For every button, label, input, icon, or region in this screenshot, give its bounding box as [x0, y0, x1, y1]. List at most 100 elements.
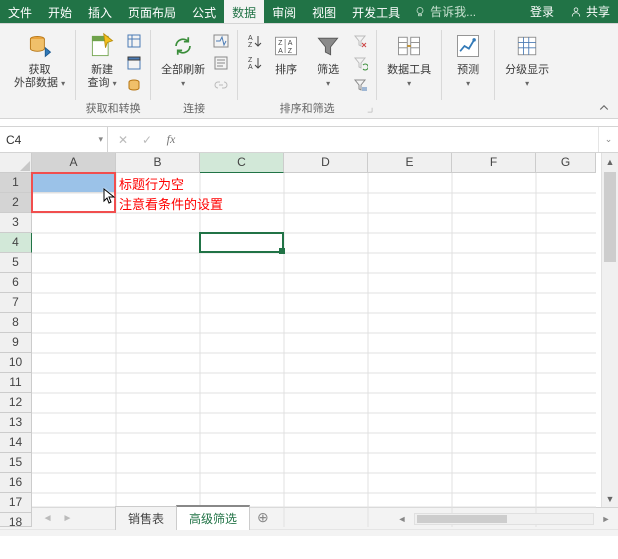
accept-formula-button[interactable]: ✓	[138, 133, 156, 147]
filter-button[interactable]: 筛选▾	[308, 28, 348, 95]
name-box-dropdown-icon[interactable]: ▾	[98, 134, 103, 145]
scroll-track[interactable]	[602, 170, 618, 490]
sheet-tab-sales[interactable]: 销售表	[115, 506, 177, 530]
row-header-9[interactable]: 9	[0, 333, 32, 353]
new-query-button[interactable]: 新建 查询 ▾	[82, 28, 122, 95]
collapse-ribbon-button[interactable]	[596, 100, 612, 116]
hscroll-right-button[interactable]: ►	[598, 514, 614, 524]
row-header-18[interactable]: 18	[0, 513, 32, 527]
col-header-G[interactable]: G	[536, 153, 596, 173]
tab-developer[interactable]: 开发工具	[344, 0, 408, 23]
tab-file[interactable]: 文件	[0, 0, 40, 23]
formula-input[interactable]	[186, 133, 592, 147]
clear-filter-button[interactable]	[350, 31, 370, 51]
tab-page-layout[interactable]: 页面布局	[120, 0, 184, 23]
share-button[interactable]: 共享	[562, 0, 618, 24]
get-external-data-label: 获取 外部数据 ▾	[14, 64, 65, 90]
tab-insert[interactable]: 插入	[80, 0, 120, 23]
row-header-15[interactable]: 15	[0, 453, 32, 473]
row-header-16[interactable]: 16	[0, 473, 32, 493]
sort-asc-button[interactable]: AZ	[244, 31, 264, 51]
tab-formulas[interactable]: 公式	[184, 0, 224, 23]
svg-text:Z: Z	[248, 57, 253, 64]
svg-text:Z: Z	[248, 42, 253, 49]
outline-label: 分级显示▾	[505, 64, 549, 90]
col-header-E[interactable]: E	[368, 153, 452, 173]
data-tools-button[interactable]: 数据工具▾	[383, 28, 435, 92]
scroll-up-button[interactable]: ▲	[602, 153, 618, 170]
recent-sources-button[interactable]	[124, 75, 144, 95]
show-queries-button[interactable]	[124, 31, 144, 51]
col-header-D[interactable]: D	[284, 153, 368, 173]
tab-review[interactable]: 审阅	[264, 0, 304, 23]
outline-button[interactable]: 分级显示▾	[501, 28, 553, 92]
row-header-1[interactable]: 1	[0, 173, 32, 193]
new-query-icon	[86, 30, 118, 62]
annotation-check-criteria: 注意看条件的设置	[119, 194, 223, 213]
hscroll-track[interactable]	[414, 513, 594, 525]
svg-text:A: A	[278, 48, 283, 55]
col-header-A[interactable]: A	[32, 153, 116, 173]
row-header-6[interactable]: 6	[0, 273, 32, 293]
tab-data[interactable]: 数据	[224, 0, 264, 23]
forecast-button[interactable]: 预测▾	[448, 28, 488, 92]
tell-me-box[interactable]: 告诉我...	[408, 0, 522, 23]
ribbon-tab-strip: 文件 开始 插入 页面布局 公式 数据 审阅 视图 开发工具 告诉我... 登录…	[0, 0, 618, 24]
select-all-corner[interactable]	[0, 153, 32, 173]
group-connections: 全部刷新▾ 连接	[151, 26, 237, 118]
new-query-label: 新建 查询 ▾	[88, 64, 117, 90]
scroll-down-button[interactable]: ▼	[602, 490, 618, 507]
tell-me-text: 告诉我...	[430, 3, 476, 20]
vertical-scrollbar[interactable]: ▲ ▼	[601, 153, 618, 507]
row-header-3[interactable]: 3	[0, 213, 32, 233]
group-label-connections: 连接	[151, 100, 237, 116]
row-header-2[interactable]: 2	[0, 193, 32, 213]
row-header-5[interactable]: 5	[0, 253, 32, 273]
reapply-filter-button[interactable]	[350, 53, 370, 73]
hscroll-thumb[interactable]	[417, 515, 507, 523]
advanced-filter-button[interactable]	[350, 75, 370, 95]
col-header-B[interactable]: B	[116, 153, 200, 173]
tab-home[interactable]: 开始	[40, 0, 80, 23]
row-header-17[interactable]: 17	[0, 493, 32, 513]
expand-formula-bar-button[interactable]: ⌄	[598, 127, 618, 152]
formula-bar: ▾ ✕ ✓ fx ⌄	[0, 127, 618, 153]
properties-button[interactable]	[211, 53, 231, 73]
svg-text:A: A	[288, 40, 293, 47]
row-header-12[interactable]: 12	[0, 393, 32, 413]
sort-icon: ZAAZ	[270, 30, 302, 62]
column-headers: A B C D E F G	[32, 153, 596, 173]
row-header-8[interactable]: 8	[0, 313, 32, 333]
row-header-4[interactable]: 4	[0, 233, 32, 253]
login-button[interactable]: 登录	[522, 0, 562, 24]
group-forecast: 预测▾	[442, 26, 494, 118]
tab-view[interactable]: 视图	[304, 0, 344, 23]
cancel-formula-button[interactable]: ✕	[114, 133, 132, 147]
from-table-button[interactable]	[124, 53, 144, 73]
row-header-14[interactable]: 14	[0, 433, 32, 453]
data-tools-label: 数据工具▾	[387, 64, 431, 90]
outline-icon	[511, 30, 543, 62]
sheet-tab-advanced-filter[interactable]: 高级筛选	[176, 505, 250, 530]
share-label: 共享	[586, 3, 610, 20]
scroll-thumb[interactable]	[604, 172, 616, 262]
forecast-icon	[452, 30, 484, 62]
sort-button[interactable]: ZAAZ 排序	[266, 28, 306, 95]
worksheet-grid[interactable]: A B C D E F G 1 2 3 4 5 6 7 8 9 10 11 12…	[0, 153, 618, 507]
svg-text:A: A	[248, 64, 253, 71]
name-box-input[interactable]	[6, 133, 82, 147]
row-header-11[interactable]: 11	[0, 373, 32, 393]
col-header-C[interactable]: C	[200, 153, 284, 173]
name-box[interactable]: ▾	[0, 127, 108, 152]
row-header-10[interactable]: 10	[0, 353, 32, 373]
database-import-icon	[24, 30, 56, 62]
refresh-all-button[interactable]: 全部刷新▾	[157, 28, 209, 95]
col-header-F[interactable]: F	[452, 153, 536, 173]
row-header-7[interactable]: 7	[0, 293, 32, 313]
row-header-13[interactable]: 13	[0, 413, 32, 433]
get-external-data-button[interactable]: 获取 外部数据 ▾	[10, 28, 69, 92]
insert-function-button[interactable]: fx	[162, 132, 180, 147]
sort-desc-button[interactable]: ZA	[244, 53, 264, 73]
connections-button[interactable]	[211, 31, 231, 51]
edit-links-button[interactable]	[211, 75, 231, 95]
